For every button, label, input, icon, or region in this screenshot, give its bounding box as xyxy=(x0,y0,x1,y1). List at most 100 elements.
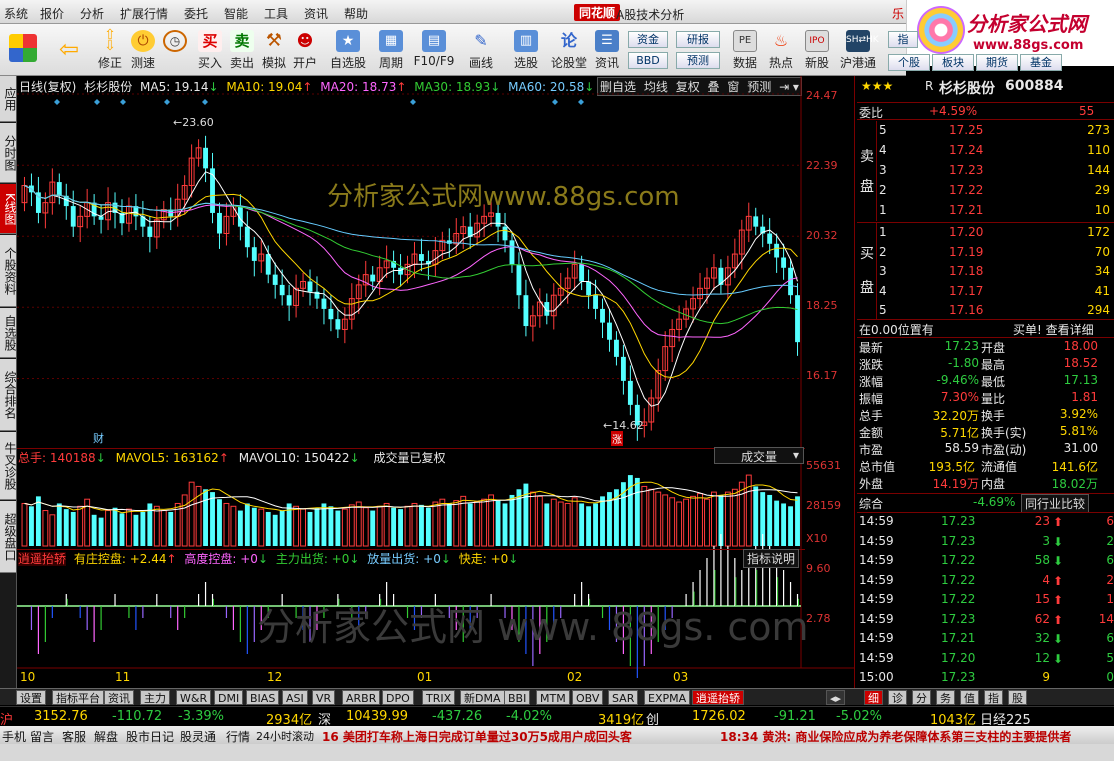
sidebar-item-apps[interactable]: 应用 xyxy=(0,76,17,122)
sell-button[interactable]: 卖 卖出 xyxy=(228,24,256,76)
sidebar-item-watchlist[interactable]: 自选股 xyxy=(0,308,17,358)
panel-tab[interactable]: 值 xyxy=(960,690,979,705)
kline-chart-area[interactable]: 日线(复权) 杉杉股份 MA5: 19.14↓ MA10: 19.04↑ MA2… xyxy=(17,76,855,688)
menu-system[interactable]: 系统 xyxy=(4,5,28,22)
sidebar-item-diagnosis[interactable]: 牛叉诊股 xyxy=(0,432,17,500)
sector-tab[interactable]: 板块 xyxy=(932,54,974,71)
ipo-button[interactable]: IPO 新股 xyxy=(802,24,832,76)
status-item[interactable]: 手机 xyxy=(2,728,26,745)
indicator-name[interactable]: 逍遥抬轿 xyxy=(18,552,67,566)
f10-button[interactable]: ▤ F10/F9 xyxy=(412,24,456,76)
sell-level-5[interactable]: 5 17.25 273 xyxy=(857,122,1114,140)
buy-button[interactable]: 买 买入 xyxy=(196,24,224,76)
indicator-tab[interactable]: EXPMA xyxy=(644,690,691,705)
sidebar-item-intraday[interactable]: 分时图 xyxy=(0,123,17,183)
status-item[interactable]: 行情 xyxy=(226,728,250,745)
buy-level-5[interactable]: 5 17.16 294 xyxy=(857,302,1114,320)
buy-level-2[interactable]: 2 17.19 70 xyxy=(857,244,1114,262)
indicator-tab[interactable]: 指标平台 xyxy=(52,690,104,705)
indicator-tab[interactable]: TRIX xyxy=(422,690,456,705)
futures-tab[interactable]: 期货 xyxy=(976,54,1018,71)
period-button[interactable]: ▦ 周期 xyxy=(372,24,410,76)
panel-tab[interactable]: 务 xyxy=(936,690,955,705)
status-item[interactable]: 股市日记 xyxy=(126,728,174,745)
research-button[interactable]: 研报 xyxy=(676,31,720,48)
menu-extended-quote[interactable]: 扩展行情 xyxy=(120,5,168,22)
indicator-help-button[interactable]: 指标说明 xyxy=(743,549,800,568)
indicator-tab[interactable]: 新DMA xyxy=(460,690,505,705)
forum-button[interactable]: 论 论股堂 xyxy=(550,24,588,76)
sell-level-4[interactable]: 4 17.24 110 xyxy=(857,142,1114,160)
stock-tab[interactable]: 个股 xyxy=(888,54,930,71)
menu-smart[interactable]: 智能 xyxy=(224,5,248,22)
detail-link[interactable]: 买单! 查看详细 xyxy=(1013,321,1094,338)
status-item[interactable]: 客服 xyxy=(62,728,86,745)
indicator-tab[interactable]: ASI xyxy=(282,690,308,705)
indicator-tab[interactable]: 资讯 xyxy=(104,690,134,705)
panel-tab[interactable]: 分 xyxy=(912,690,931,705)
indicator-tab[interactable]: 主力 xyxy=(140,690,170,705)
sell-level-1[interactable]: 1 17.21 10 xyxy=(857,202,1114,220)
sell-level-2[interactable]: 2 17.22 29 xyxy=(857,182,1114,200)
forecast-button[interactable]: 预测 xyxy=(676,52,720,69)
sidebar-item-kline[interactable]: K线图 xyxy=(0,184,17,234)
menu-analysis[interactable]: 分析 xyxy=(80,5,104,22)
status-item[interactable]: 解盘 xyxy=(94,728,118,745)
funds-button[interactable]: 资金 xyxy=(628,31,668,48)
data-button[interactable]: PE 数据 xyxy=(730,24,760,76)
windows-button[interactable] xyxy=(6,24,40,76)
indicator-tab[interactable]: BBI xyxy=(504,690,531,705)
indicator-tab[interactable]: SAR xyxy=(608,690,639,705)
indicator-tab[interactable]: 逍遥抬轿 xyxy=(692,690,744,705)
news-ticker-2[interactable]: 18:34 黄洪: 商业保险应成为养老保障体系第三支柱的主要提供者 xyxy=(720,728,1114,745)
industry-compare-button[interactable]: 同行业比较 xyxy=(1021,494,1090,513)
indicator-tab[interactable]: DPO xyxy=(382,690,414,705)
bbd-button[interactable]: BBD xyxy=(628,52,668,69)
draw-line-button[interactable]: ✎ 画线 xyxy=(462,24,500,76)
panel-tab[interactable]: 指 xyxy=(984,690,1003,705)
open-account-button[interactable]: ☻ 开户 xyxy=(290,24,320,76)
panel-tab[interactable]: 股 xyxy=(1008,690,1027,705)
buy-level-3[interactable]: 3 17.18 34 xyxy=(857,263,1114,281)
status-item[interactable]: 股灵通 xyxy=(180,728,216,745)
indicator-tab[interactable]: ARBR xyxy=(342,690,381,705)
menu-help[interactable]: 帮助 xyxy=(344,5,368,22)
simulate-button[interactable]: ⚒ 模拟 xyxy=(260,24,288,76)
limit-up-marker[interactable]: 涨 xyxy=(611,431,623,446)
clock-button[interactable]: ◷ xyxy=(160,24,190,76)
indicator-tab[interactable]: W&R xyxy=(176,690,212,705)
buy-level-4[interactable]: 4 17.17 41 xyxy=(857,283,1114,301)
status-item[interactable]: 留言 xyxy=(30,728,54,745)
fix-button[interactable]: ⇧ ⇩ 修正 xyxy=(94,24,126,76)
buy-level-1[interactable]: 1 17.20 172 xyxy=(857,224,1114,242)
fund-tab[interactable]: 基金 xyxy=(1020,54,1062,71)
menu-order[interactable]: 委托 xyxy=(184,5,208,22)
indicator-tab[interactable]: 设置 xyxy=(16,690,46,705)
hk-connect-button[interactable]: SH⇄HK 沪港通 xyxy=(836,24,880,76)
indicator-tab[interactable]: VR xyxy=(312,690,336,705)
speed-test-button[interactable]: ⏻ 测速 xyxy=(128,24,158,76)
index-button[interactable]: 指 xyxy=(888,31,918,48)
indicator-tab[interactable]: BIAS xyxy=(246,690,280,705)
status-item[interactable]: 24小时滚动 xyxy=(256,728,314,744)
sidebar-item-profile[interactable]: 个股资料 xyxy=(0,235,17,307)
volume-dropdown[interactable]: 成交量 ▾ xyxy=(714,447,804,464)
back-button[interactable]: ⇦ xyxy=(52,24,86,76)
panel-tab[interactable]: 细 xyxy=(864,690,883,705)
indicator-tab[interactable]: MTM xyxy=(536,690,570,705)
indicator-tab[interactable]: OBV xyxy=(572,690,604,705)
sidebar-item-ranking[interactable]: 综合排名 xyxy=(0,359,17,431)
news-ticker-1[interactable]: 16 美团打车称上海日完成订单量过30万5成用户成回头客 xyxy=(322,728,632,745)
sidebar-item-super-order[interactable]: 超级盘口 xyxy=(0,501,17,573)
panel-tab[interactable]: 诊 xyxy=(888,690,907,705)
indicator-tab[interactable]: DMI xyxy=(214,690,244,705)
finance-marker[interactable]: 财 xyxy=(93,430,104,446)
watchlist-button[interactable]: ★ 自选股 xyxy=(328,24,368,76)
sell-level-3[interactable]: 3 17.23 144 xyxy=(857,162,1114,180)
menu-tools[interactable]: 工具 xyxy=(264,5,288,22)
stock-pick-button[interactable]: ▥ 选股 xyxy=(506,24,546,76)
hotspot-button[interactable]: ♨ 热点 xyxy=(766,24,796,76)
tab-scroll-icon[interactable]: ◂▸ xyxy=(826,690,846,705)
news-button[interactable]: ☰ 资讯 xyxy=(592,24,622,76)
menu-quote[interactable]: 报价 xyxy=(40,5,64,22)
